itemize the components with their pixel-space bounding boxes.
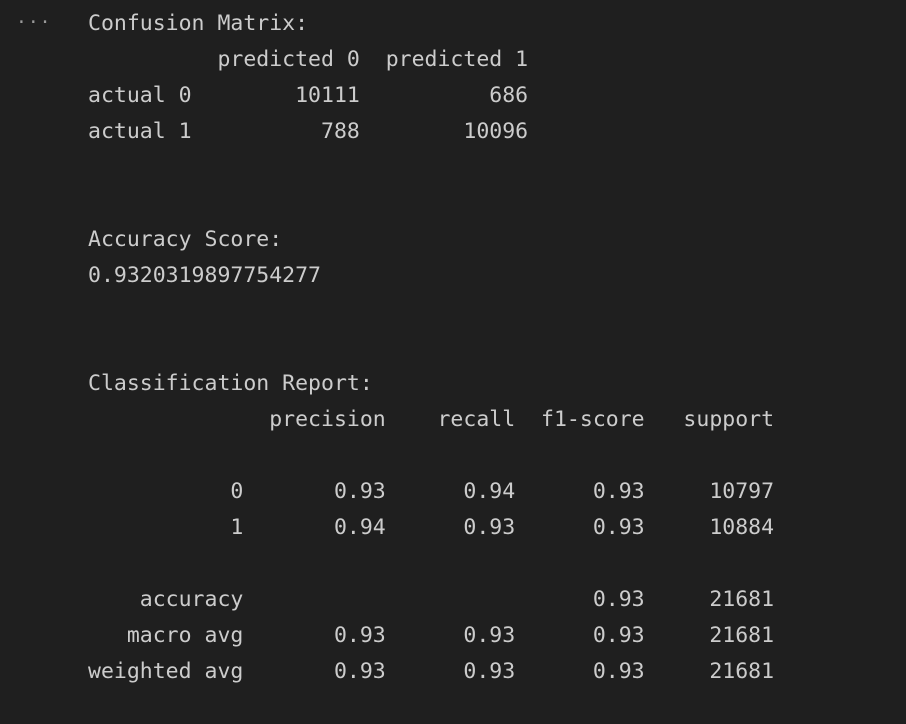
more-actions-icon[interactable]: ··· [16, 8, 52, 38]
output-line: macro avg 0.93 0.93 0.93 21681 [88, 623, 775, 648]
output-line: Accuracy Score: [88, 227, 283, 252]
output-line: 0.9320319897754277 [88, 263, 321, 288]
output-line: 0 0.93 0.94 0.93 10797 [88, 479, 775, 504]
output-line: weighted avg 0.93 0.93 0.93 21681 [88, 659, 775, 684]
output-line: precision recall f1-score support [88, 407, 775, 432]
output-line: actual 0 10111 686 [88, 83, 529, 108]
output-line: 1 0.94 0.93 0.93 10884 [88, 515, 775, 540]
text-output: Confusion Matrix: predicted 0 predicted … [88, 6, 774, 690]
output-line: predicted 0 predicted 1 [88, 47, 529, 72]
output-line: accuracy 0.93 21681 [88, 587, 775, 612]
output-line: Classification Report: [88, 371, 373, 396]
output-line: actual 1 788 10096 [88, 119, 529, 144]
output-line: Confusion Matrix: [88, 11, 309, 36]
